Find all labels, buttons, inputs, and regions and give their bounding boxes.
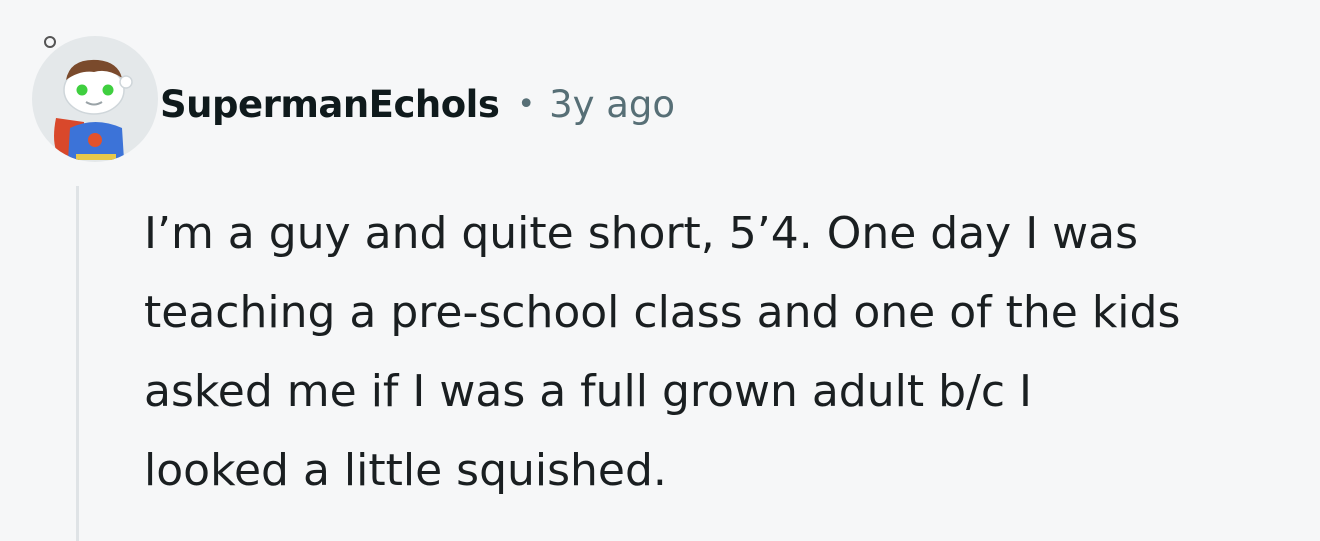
username-link[interactable]: SupermanEchols (160, 83, 500, 126)
thread-line[interactable] (76, 186, 79, 541)
timestamp[interactable]: 3y ago (549, 83, 675, 126)
comment-body-line: looked a little squished. (144, 445, 667, 496)
avatar[interactable] (32, 36, 158, 162)
comment-meta: SupermanEchols • 3y ago (160, 76, 675, 132)
comment-body-line: asked me if I was a full grown adult b/c… (144, 366, 1032, 417)
comment: SupermanEchols • 3y ago I’m a guy and qu… (0, 0, 1320, 541)
snoo-superman-avatar-icon (32, 36, 158, 162)
comment-body: I’m a guy and quite short, 5’4. One day … (144, 194, 1314, 510)
meta-separator: • (517, 86, 536, 122)
comment-body-line: I’m a guy and quite short, 5’4. One day … (144, 208, 1139, 259)
comment-body-line: teaching a pre-school class and one of t… (144, 287, 1181, 338)
